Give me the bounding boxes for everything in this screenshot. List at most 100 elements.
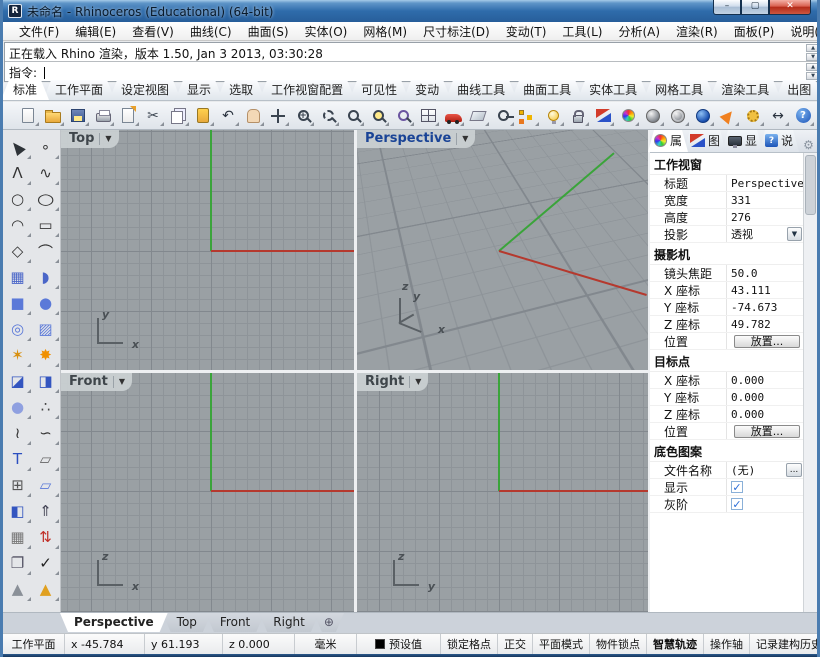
render-button[interactable] [692, 105, 714, 127]
toolbar-tab[interactable]: 工作视窗配置 [259, 80, 355, 100]
toolbar-tab[interactable]: 出图 [775, 80, 820, 100]
sphere-button[interactable]: ● [33, 290, 59, 316]
zoom-window-button[interactable] [317, 105, 339, 127]
help-button[interactable]: ? [792, 105, 814, 127]
minimize-button[interactable]: – [713, 0, 741, 15]
point-cloud-button[interactable]: ∴ [33, 394, 59, 420]
property-value[interactable]: 50.0 [726, 265, 803, 281]
viewport-tab-right[interactable]: Right [259, 613, 319, 632]
options-button[interactable] [742, 105, 764, 127]
menu-item[interactable]: 查看(V) [124, 22, 182, 41]
panel-tab-图[interactable]: 图 [684, 130, 726, 152]
toolbar-tab[interactable]: 设定视图 [109, 80, 181, 100]
menu-item[interactable]: 网格(M) [355, 22, 415, 41]
group-button[interactable]: ⊞ [5, 472, 31, 498]
scroll-up-icon[interactable]: ▲ [806, 44, 820, 52]
panel-tab-显[interactable]: 显 [722, 130, 763, 152]
status-toggle-操作轴[interactable]: 操作轴 [704, 634, 750, 654]
toolbar-tab[interactable]: 变动 [403, 80, 451, 100]
array-linear-button[interactable]: ⇅ [33, 524, 59, 550]
viewport-top[interactable]: y x Top ▼ [61, 130, 354, 370]
toolbar-tab[interactable]: 可见性 [349, 80, 409, 100]
toolbar-tab[interactable]: 显示 [175, 80, 223, 100]
viewport-tab-front[interactable]: Front [206, 613, 264, 632]
box-button[interactable]: ■ [5, 290, 31, 316]
polyline-button[interactable]: Λ [5, 160, 31, 186]
viewport-perspective[interactable]: z y x Perspective ▼ [357, 130, 648, 370]
menu-item[interactable]: 工具(L) [554, 22, 610, 41]
adjust-blend-button[interactable]: ∽ [33, 420, 59, 446]
status-toggle-物件锁点[interactable]: 物件锁点 [590, 634, 647, 654]
text-button[interactable]: T [5, 446, 31, 472]
status-toggle-平面模式[interactable]: 平面模式 [533, 634, 590, 654]
menu-item[interactable]: 文件(F) [11, 22, 67, 41]
property-value[interactable]: 43.111 [726, 282, 803, 298]
maximize-button[interactable]: ▢ [741, 0, 769, 15]
point-button[interactable]: ∘ [33, 134, 59, 160]
toolbar-tab[interactable]: 选取 [217, 80, 265, 100]
boolean-solid-button[interactable]: ◧ [5, 498, 31, 524]
check-button[interactable]: ✓ [33, 550, 59, 576]
zoom-selected-button[interactable] [367, 105, 389, 127]
toolbar-tab[interactable]: 曲线工具 [445, 80, 517, 100]
panel-gear-icon[interactable]: ⚙ [803, 138, 814, 152]
split-button[interactable]: ◨ [33, 368, 59, 394]
lock-objects-button[interactable] [567, 105, 589, 127]
new-file-button[interactable] [17, 105, 39, 127]
checkbox[interactable]: ✓ [731, 498, 743, 510]
menu-item[interactable]: 曲面(S) [240, 22, 297, 41]
object-properties-button[interactable] [617, 105, 639, 127]
viewport-top-label[interactable]: Top ▼ [61, 130, 119, 148]
property-value[interactable]: 0.000 [726, 389, 803, 405]
menu-item[interactable]: 面板(P) [726, 22, 783, 41]
render-preview-button[interactable] [442, 105, 464, 127]
whats-new-button[interactable] [717, 105, 739, 127]
cone-button[interactable]: ▲ [5, 576, 31, 602]
paste-button[interactable] [192, 105, 214, 127]
fillet-curve-button[interactable]: ⌒ [33, 238, 59, 264]
pan-button[interactable] [242, 105, 264, 127]
print-button[interactable] [92, 105, 114, 127]
viewport-front-label[interactable]: Front ▼ [61, 373, 132, 391]
arc-button[interactable]: ◠ [5, 212, 31, 238]
boolean-union-button[interactable]: ✶ [5, 342, 31, 368]
toolbar-tab[interactable]: 曲面工具 [511, 80, 583, 100]
surface-patch-button[interactable]: ▨ [33, 316, 59, 342]
zoom-extents-button[interactable] [342, 105, 364, 127]
rendered-view-button[interactable] [667, 105, 689, 127]
cplane-button[interactable] [467, 105, 489, 127]
menu-item[interactable]: 说明(H) [782, 22, 820, 41]
viewport-menu-icon[interactable]: ▼ [415, 377, 421, 386]
checkbox[interactable]: ✓ [731, 481, 743, 493]
control-points-button[interactable] [517, 105, 539, 127]
polygon-button[interactable]: ◇ [5, 238, 31, 264]
circle-button[interactable]: ○ [5, 186, 31, 212]
dimension-button[interactable]: ↔ [767, 105, 789, 127]
dropdown-arrow-icon[interactable]: ▼ [787, 227, 802, 241]
set-view-button[interactable] [492, 105, 514, 127]
save-file-button[interactable] [67, 105, 89, 127]
toolbar-tab[interactable]: 实体工具 [577, 80, 649, 100]
undo-button[interactable]: ↶ [217, 105, 239, 127]
rectangle-button[interactable]: ▭ [33, 212, 59, 238]
property-value[interactable]: 49.782 [726, 316, 803, 332]
toolbar-tab[interactable]: 渲染工具 [709, 80, 781, 100]
property-value[interactable]: 276 [726, 209, 803, 225]
viewport-menu-icon[interactable]: ▼ [105, 134, 111, 143]
surface-3pt-button[interactable]: ▦ [5, 264, 31, 290]
viewport-right-label[interactable]: Right ▼ [357, 373, 428, 391]
menu-item[interactable]: 实体(O) [297, 22, 356, 41]
status-toggle-智慧轨迹[interactable]: 智慧轨迹 [647, 634, 704, 654]
viewport-right[interactable]: z y Right ▼ [357, 373, 648, 612]
status-toggle-记录建构历史[interactable]: 记录建构历史 [750, 634, 817, 654]
viewport-front[interactable]: z x Front ▼ [61, 373, 354, 612]
browse-button[interactable]: ... [786, 463, 802, 477]
property-value[interactable]: -74.673 [726, 299, 803, 315]
place-button[interactable]: 放置... [734, 425, 800, 438]
copy-button[interactable] [167, 105, 189, 127]
select-button[interactable] [5, 134, 31, 160]
add-viewport-tab-icon[interactable]: ⊕ [314, 613, 344, 632]
cut-button[interactable]: ✂ [142, 105, 164, 127]
viewport-menu-icon[interactable]: ▼ [119, 377, 125, 386]
zoom-back-button[interactable] [392, 105, 414, 127]
